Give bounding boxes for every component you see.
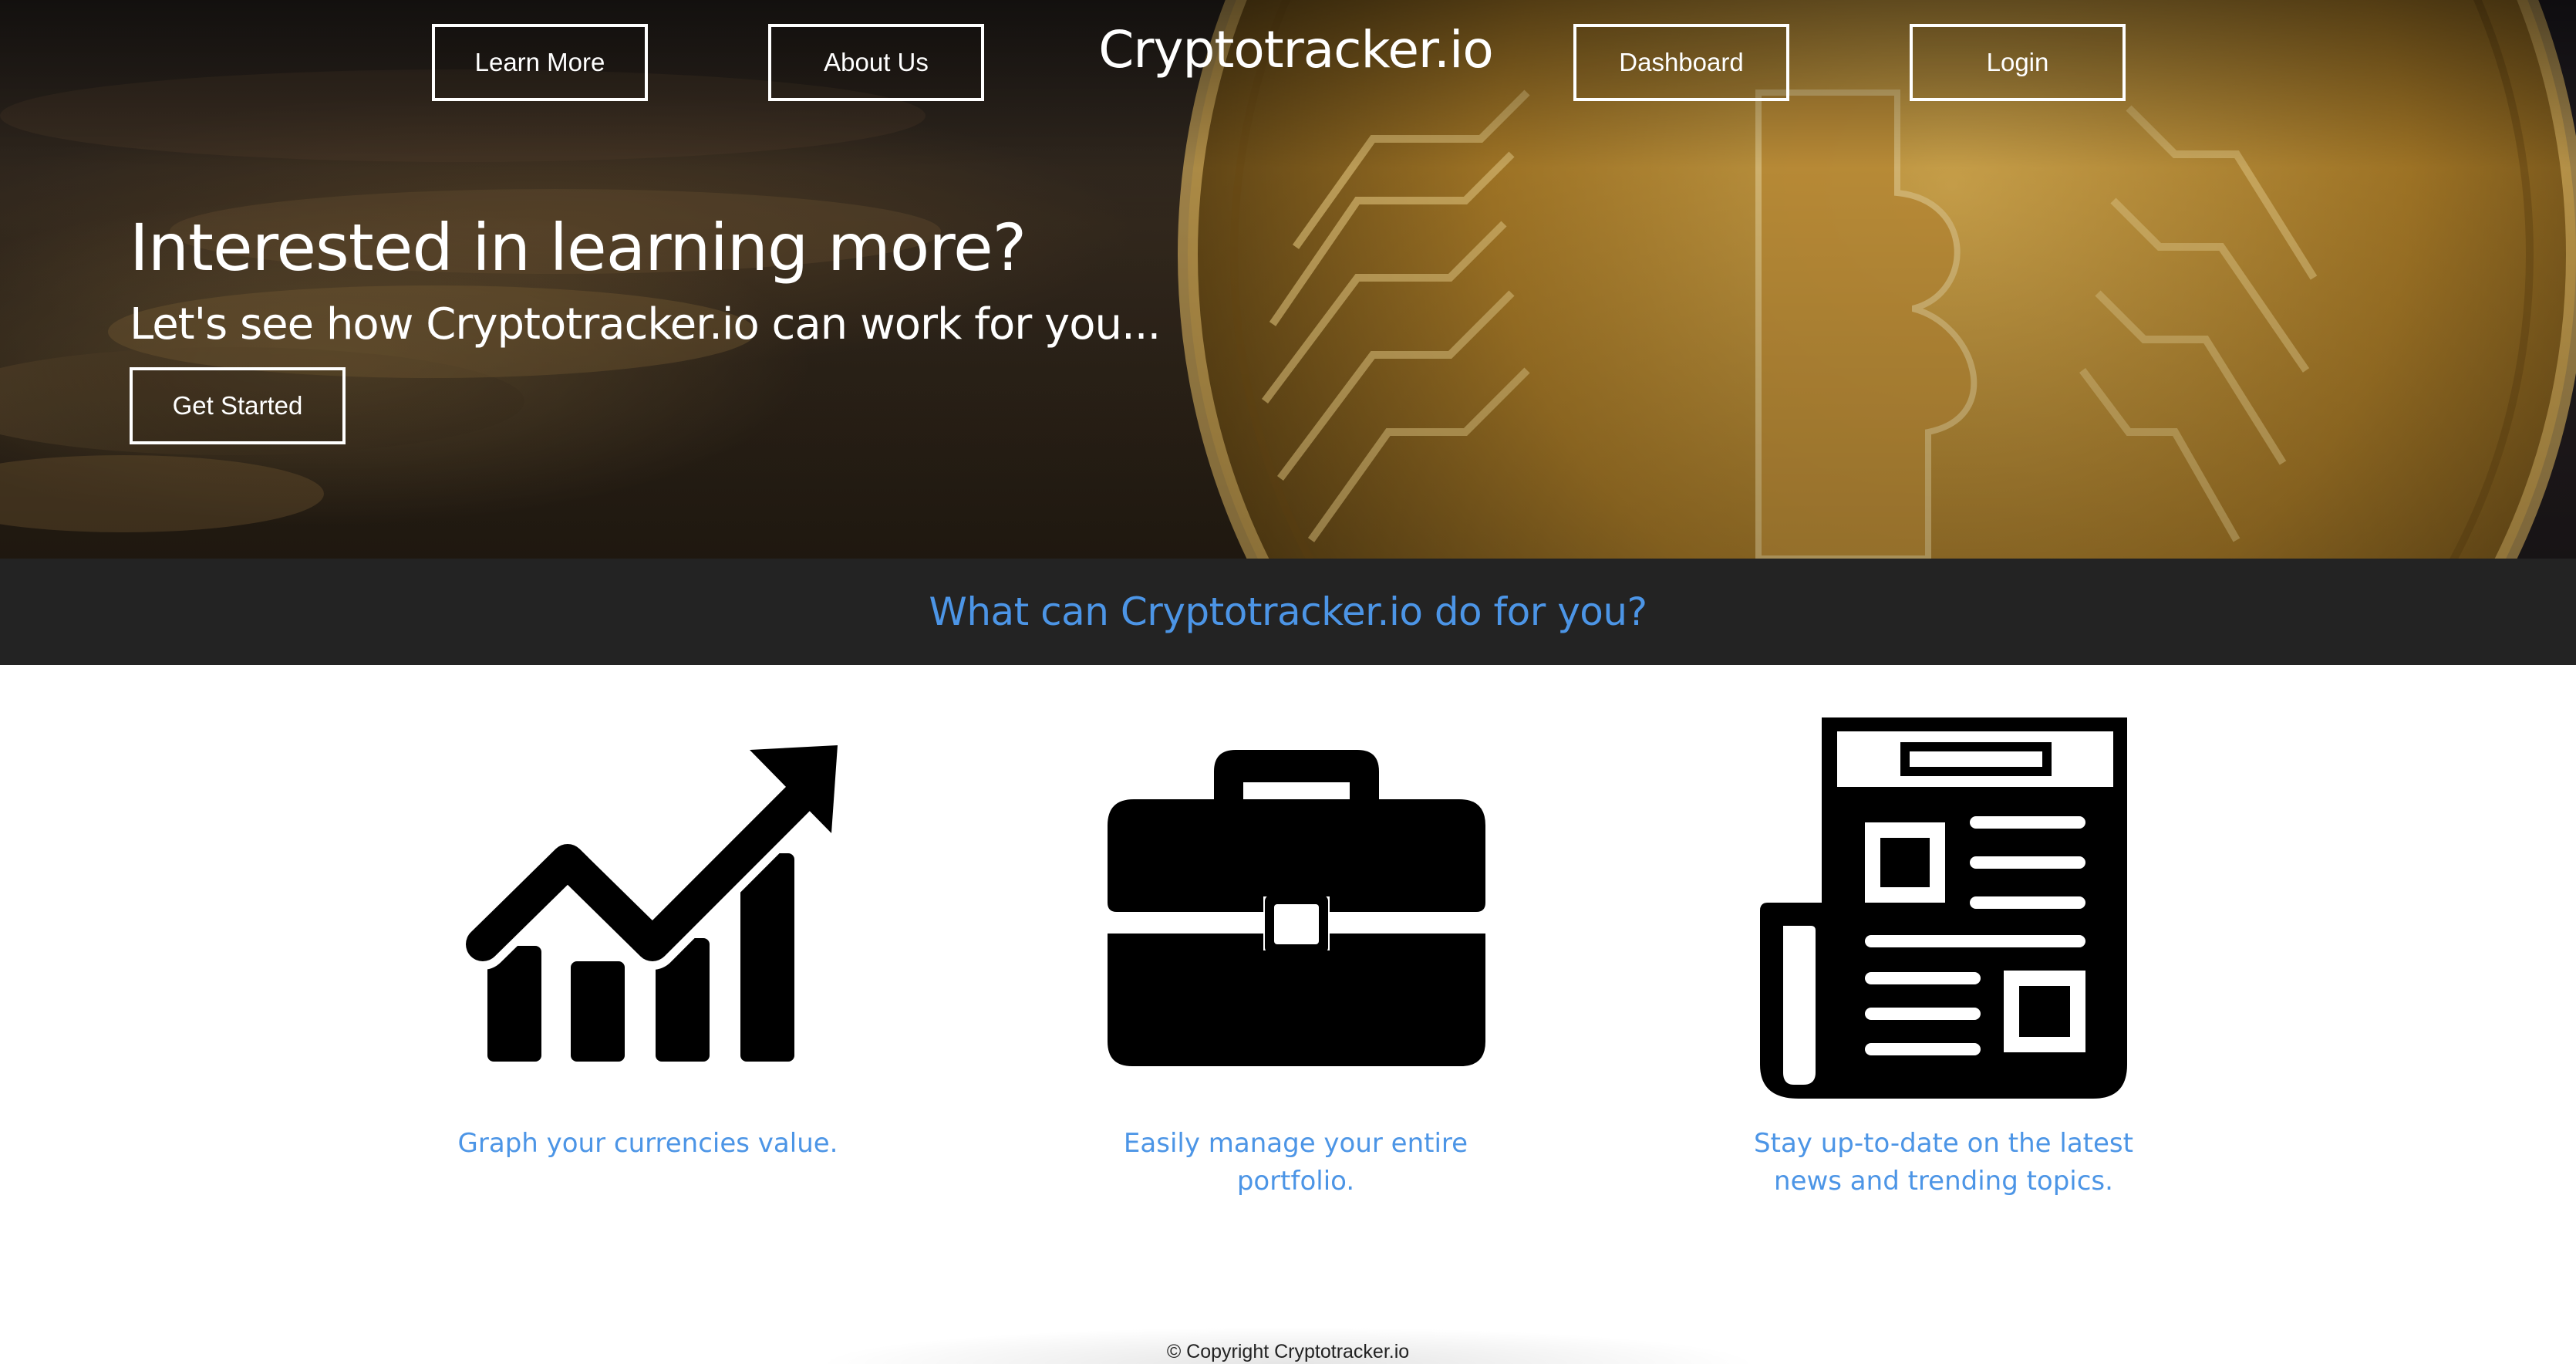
dashboard-button[interactable]: Dashboard	[1573, 24, 1789, 101]
section-heading-band: What can Cryptotracker.io do for you?	[0, 559, 2576, 665]
section-heading: What can Cryptotracker.io do for you?	[929, 589, 1647, 634]
newspaper-icon	[1760, 717, 2127, 1099]
hero-title: Interested in learning more?	[130, 210, 1027, 285]
briefcase-icon	[1108, 750, 1485, 1066]
learn-more-button[interactable]: Learn More	[432, 24, 648, 101]
footer-copyright: © Copyright Cryptotracker.io	[1166, 1341, 1410, 1362]
hero-subtitle: Let's see how Cryptotracker.io can work …	[130, 299, 1161, 349]
hero-banner: Learn More About Us Cryptotracker.io Das…	[0, 0, 2576, 559]
feature-caption-graph: Graph your currencies value.	[457, 1128, 838, 1159]
feature-caption-news: Stay up-to-date on the latest news and t…	[1754, 1128, 2133, 1197]
login-button[interactable]: Login	[1910, 24, 2126, 101]
brand-logo-text[interactable]: Cryptotracker.io	[1095, 20, 1496, 82]
feature-caption-portfolio: Easily manage your entire portfolio.	[1123, 1128, 1468, 1197]
about-us-button[interactable]: About Us	[768, 24, 984, 101]
get-started-button[interactable]: Get Started	[130, 367, 346, 444]
growth-chart-icon	[460, 745, 840, 1062]
